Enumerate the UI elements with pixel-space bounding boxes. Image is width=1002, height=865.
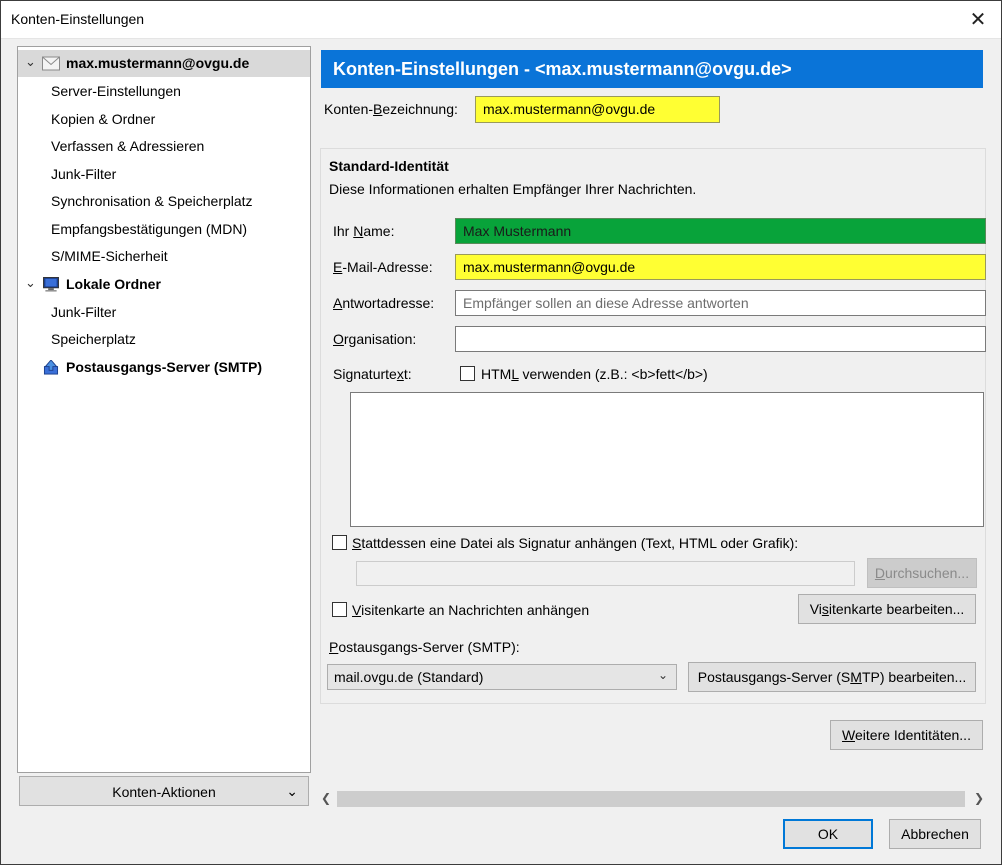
tree-item-composition[interactable]: Verfassen & Adressieren: [18, 133, 310, 160]
ok-button[interactable]: OK: [783, 819, 873, 849]
tree-item-junk-filter[interactable]: Junk-Filter: [18, 161, 310, 188]
more-identities-button[interactable]: Weitere Identitäten...: [830, 720, 983, 750]
tree-label: Junk-Filter: [51, 166, 117, 182]
organization-input[interactable]: [455, 326, 986, 352]
tree-item-local-folders[interactable]: ⌄ Lokale Ordner: [18, 271, 310, 298]
tree-label: Junk-Filter: [51, 304, 117, 320]
title-bar: Konten-Einstellungen ✕: [1, 1, 1001, 39]
edit-vcard-button[interactable]: Visitenkarte bearbeiten...: [798, 594, 976, 624]
computer-icon: [43, 277, 59, 292]
attach-vcard-label: Visitenkarte an Nachrichten anhängen: [352, 602, 590, 618]
tree-label: Lokale Ordner: [66, 276, 161, 292]
page-title: Konten-Einstellungen - <max.mustermann@o…: [333, 59, 792, 79]
scroll-right-icon[interactable]: ❯: [974, 791, 984, 805]
email-label: E-Mail-Adresse:: [333, 259, 433, 275]
use-html-label: HTML verwenden (z.B.: <b>fett</b>): [481, 366, 708, 382]
name-input[interactable]: Max Mustermann: [455, 218, 986, 244]
signature-textarea[interactable]: [350, 392, 984, 527]
reply-to-label: Antwortadresse:: [333, 295, 435, 311]
chevron-down-icon[interactable]: ⌄: [25, 54, 36, 70]
account-name-label: Konten-Bezeichnung:: [324, 101, 458, 117]
window-title: Konten-Einstellungen: [11, 11, 145, 27]
tree-label: Empfangsbestätigungen (MDN): [51, 221, 248, 237]
attach-signature-file-label: Stattdessen eine Datei als Signatur anhä…: [352, 535, 799, 551]
signature-label: Signaturtext:: [333, 366, 412, 382]
account-tree: ⌄ max.mustermann@ovgu.de Server-Einstell…: [17, 46, 311, 773]
tree-label: Server-Einstellungen: [51, 83, 181, 99]
email-input[interactable]: max.mustermann@ovgu.de: [455, 254, 986, 280]
tree-item-account[interactable]: ⌄ max.mustermann@ovgu.de: [18, 50, 310, 77]
close-icon[interactable]: ✕: [955, 1, 1001, 39]
tree-item-server-settings[interactable]: Server-Einstellungen: [18, 78, 310, 105]
scrollbar-thumb[interactable]: [337, 791, 965, 807]
tree-item-smtp[interactable]: Postausgangs-Server (SMTP): [18, 354, 310, 381]
smtp-label: Postausgangs-Server (SMTP):: [329, 639, 520, 655]
smtp-server-value: mail.ovgu.de (Standard): [334, 669, 484, 685]
account-settings-window: Konten-Einstellungen ✕ ⌄ max.mustermann@…: [0, 0, 1002, 865]
chevron-down-icon: ⌄: [286, 783, 298, 799]
tree-item-smime[interactable]: S/MIME-Sicherheit: [18, 243, 310, 270]
tree-item-local-storage[interactable]: Speicherplatz: [18, 326, 310, 353]
cancel-button[interactable]: Abbrechen: [889, 819, 981, 849]
signature-file-input[interactable]: [356, 561, 855, 586]
attach-signature-file-checkbox[interactable]: [332, 535, 347, 550]
scroll-left-icon[interactable]: ❮: [321, 791, 331, 805]
page-header: Konten-Einstellungen - <max.mustermann@o…: [321, 50, 983, 88]
tree-item-receipts[interactable]: Empfangsbestätigungen (MDN): [18, 216, 310, 243]
reply-to-input[interactable]: Empfänger sollen an diese Adresse antwor…: [455, 290, 986, 316]
chevron-down-icon[interactable]: ⌄: [25, 275, 36, 291]
horizontal-scrollbar[interactable]: ❮ ❯: [317, 789, 986, 809]
tree-label: S/MIME-Sicherheit: [51, 248, 168, 264]
tree-label: Synchronisation & Speicherplatz: [51, 193, 253, 209]
smtp-server-select[interactable]: mail.ovgu.de (Standard) ⌄: [327, 664, 677, 690]
tree-label: Postausgangs-Server (SMTP): [66, 359, 263, 375]
attach-vcard-checkbox[interactable]: [332, 602, 347, 617]
account-actions-label: Konten-Aktionen: [112, 784, 216, 800]
tree-label: Speicherplatz: [51, 331, 136, 347]
outgoing-server-icon: [43, 360, 59, 375]
identity-title: Standard-Identität: [329, 158, 449, 174]
name-label: Ihr Name:: [333, 223, 395, 239]
account-name-input[interactable]: max.mustermann@ovgu.de: [475, 96, 720, 123]
identity-description: Diese Informationen erhalten Empfänger I…: [329, 181, 697, 197]
tree-item-sync-storage[interactable]: Synchronisation & Speicherplatz: [18, 188, 310, 215]
tree-item-copies-folders[interactable]: Kopien & Ordner: [18, 106, 310, 133]
edit-smtp-button[interactable]: Postausgangs-Server (SMTP) bearbeiten...: [688, 662, 976, 692]
organization-label: Organisation:: [333, 331, 417, 347]
tree-label: max.mustermann@ovgu.de: [66, 55, 250, 71]
browse-button[interactable]: Durchsuchen...: [867, 558, 977, 588]
chevron-down-icon: ⌄: [657, 668, 668, 682]
tree-label: Kopien & Ordner: [51, 111, 156, 127]
tree-item-local-junk[interactable]: Junk-Filter: [18, 299, 310, 326]
use-html-checkbox[interactable]: [460, 366, 475, 381]
account-actions-button[interactable]: Konten-Aktionen ⌄: [19, 776, 309, 806]
tree-label: Verfassen & Adressieren: [51, 138, 205, 154]
mail-icon: [42, 56, 60, 71]
